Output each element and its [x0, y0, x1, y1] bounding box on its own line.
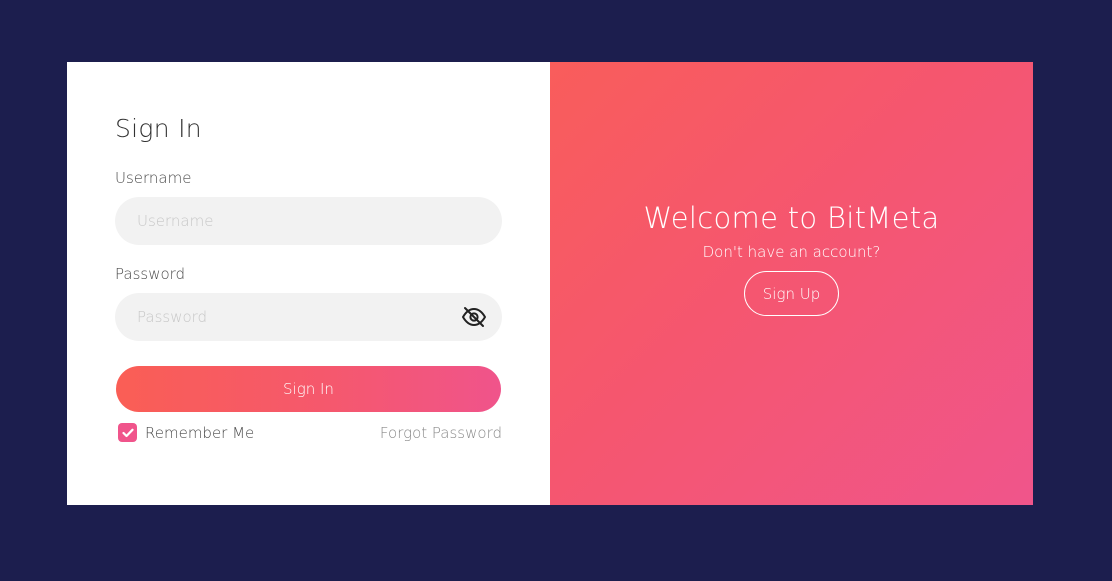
password-label: Password: [115, 265, 186, 283]
checkmark-icon: [121, 428, 134, 437]
checkbox-checked[interactable]: [118, 423, 137, 442]
password-input[interactable]: [115, 293, 502, 341]
welcome-title: Welcome to BitMeta: [643, 201, 940, 235]
username-label: Username: [115, 169, 192, 187]
welcome-subtitle: Don't have an account?: [702, 243, 881, 261]
signin-button[interactable]: Sign In: [116, 366, 501, 412]
signup-button[interactable]: Sign Up: [744, 271, 839, 316]
signin-panel: Sign In Username Password Sign In Rememb…: [67, 62, 550, 505]
remember-me-checkbox[interactable]: Remember Me: [118, 423, 254, 442]
username-input[interactable]: [115, 197, 502, 245]
welcome-panel: Welcome to BitMeta Don't have an account…: [550, 62, 1033, 505]
remember-me-label: Remember Me: [145, 423, 255, 442]
signin-title: Sign In: [115, 114, 202, 143]
login-card: Sign In Username Password Sign In Rememb…: [67, 62, 1033, 505]
eye-slash-icon[interactable]: [460, 305, 488, 329]
forgot-password-link[interactable]: Forgot Password: [380, 424, 502, 442]
